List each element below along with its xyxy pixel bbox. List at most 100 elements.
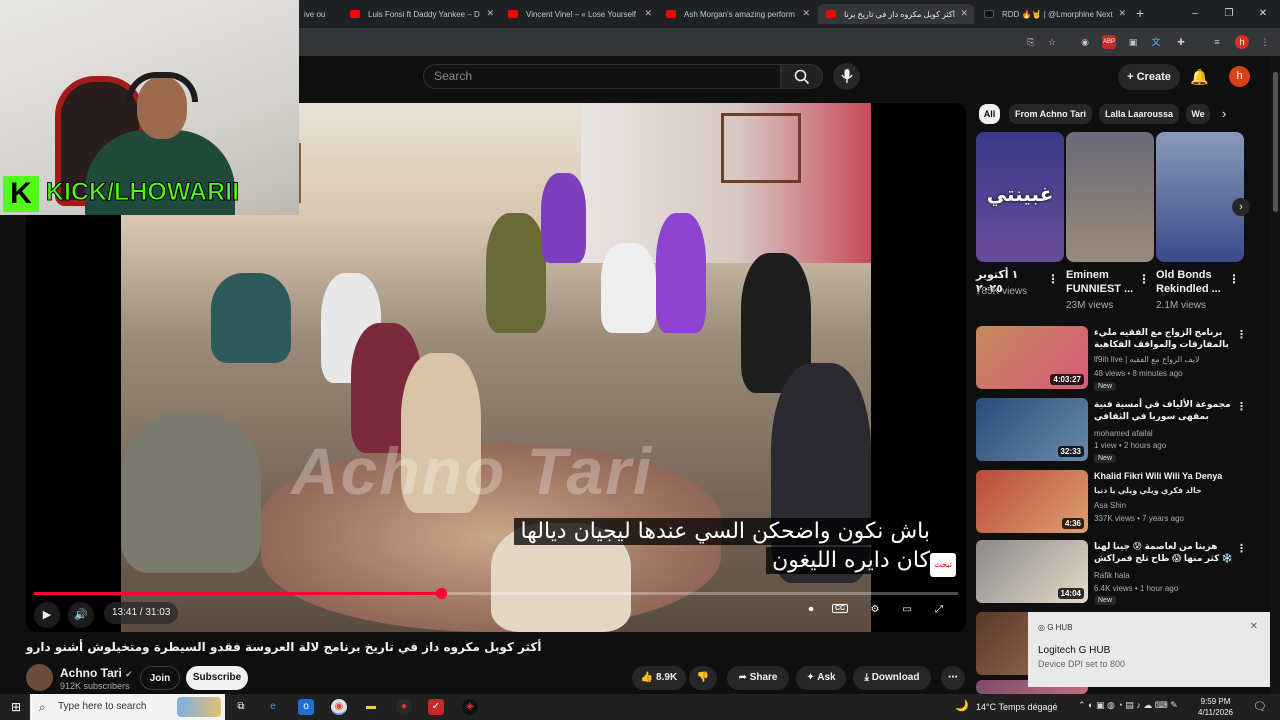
create-button[interactable]: + Create [1118, 64, 1180, 90]
ask-button[interactable]: ✦ Ask [796, 666, 846, 690]
search-input[interactable]: Search [423, 64, 781, 89]
rec-channel[interactable]: lf9ih live | لايف الزواج مع الفقيه [1094, 355, 1200, 364]
app-icon[interactable]: ✓ [428, 699, 444, 715]
new-tab-button[interactable]: + [1136, 5, 1144, 21]
notifications-bell-icon[interactable]: 🔔 [1190, 68, 1209, 86]
minimize-button[interactable]: – [1178, 0, 1212, 28]
volume-button[interactable]: 🔊 [68, 602, 94, 628]
recommendation-item[interactable]: 4:36 Khalid Fikri Wili Wili Ya Denya خال… [976, 470, 1266, 534]
subscribe-button[interactable]: Subscribe [186, 666, 248, 690]
page-scrollbar[interactable] [1271, 56, 1280, 694]
short-more-icon[interactable]: ⋮ [1047, 272, 1059, 286]
chip-all[interactable]: All [979, 104, 1000, 124]
search-button[interactable] [781, 64, 823, 89]
close-icon[interactable]: ✕ [486, 8, 494, 19]
rec-title[interactable]: هربنا من لعاصمة 😰 جينا لهنا كثر منها 😱 ط… [1094, 540, 1234, 564]
chip-more[interactable]: We [1186, 104, 1210, 124]
captions-button[interactable]: CC [832, 604, 848, 613]
system-clock[interactable]: 9:59 PM 4/11/2026 [1198, 696, 1233, 718]
scrollbar-thumb[interactable] [1273, 72, 1278, 212]
profile-avatar[interactable]: h [1235, 35, 1249, 49]
join-button[interactable]: Join [140, 666, 180, 690]
chip-from-channel[interactable]: From Achno Tari [1009, 104, 1092, 124]
download-button[interactable]: ⤓ Download [853, 666, 931, 690]
chevron-right-icon[interactable]: › [1222, 106, 1226, 121]
browser-tab[interactable]: Ash Morgan's amazing perform ✕ [658, 4, 816, 24]
channel-name[interactable]: Achno Tari ✔ [60, 666, 133, 680]
app-icon[interactable]: ◈ [462, 699, 478, 715]
voice-search-button[interactable] [833, 63, 860, 90]
rec-channel[interactable]: Rafik hala [1094, 571, 1130, 580]
outlook-icon[interactable]: o [298, 699, 314, 715]
close-icon[interactable]: ✕ [1118, 8, 1126, 19]
file-explorer-icon[interactable]: ▬ [363, 699, 379, 715]
video-thumbnail[interactable]: 4:03:27 [976, 326, 1088, 389]
shorts-next-chevron-icon[interactable]: › [1232, 198, 1250, 216]
app-icon[interactable]: ● [396, 699, 412, 715]
rec-more-icon[interactable]: ⋮ [1236, 328, 1247, 341]
notification-close-button[interactable]: ✕ [1250, 621, 1258, 632]
short-more-icon[interactable]: ⋮ [1138, 272, 1150, 286]
rec-more-icon[interactable]: ⋮ [1236, 542, 1247, 555]
short-more-icon[interactable]: ⋮ [1228, 272, 1240, 286]
adblock-icon[interactable]: ABP [1102, 35, 1116, 49]
rec-more-icon[interactable]: ⋮ [1236, 400, 1247, 413]
taskbar-search-input[interactable]: ⌕ Type here to search [30, 694, 225, 720]
play-button[interactable]: ▶ [34, 602, 60, 628]
settings-gear-icon[interactable]: ⚙ [864, 604, 886, 615]
rec-title[interactable]: Khalid Fikri Wili Wili Ya Denya [1094, 470, 1234, 482]
restore-button[interactable]: ❐ [1212, 0, 1246, 28]
short-thumbnail[interactable] [1066, 132, 1154, 262]
system-notification[interactable]: ◎ G HUB ✕ Logitech G HUB Device DPI set … [1028, 612, 1270, 687]
bookmark-star-icon[interactable]: ☆ [1045, 35, 1059, 49]
account-avatar[interactable]: h [1229, 66, 1250, 87]
progress-bar[interactable] [34, 588, 958, 599]
fullscreen-icon[interactable]: ⤢ [928, 604, 950, 615]
menu-dots-icon[interactable]: ⋮ [1258, 35, 1272, 49]
like-button[interactable]: 👍 8.9K [632, 666, 686, 690]
short-title[interactable]: Old Bonds Rekindled ... [1156, 268, 1226, 296]
recommendation-item[interactable]: 14:04 هربنا من لعاصمة 😰 جينا لهنا كثر من… [976, 540, 1266, 605]
install-app-icon[interactable]: ⎘ [1024, 35, 1038, 49]
notification-center-icon[interactable]: 🗨 [1253, 700, 1267, 713]
task-view-icon[interactable]: ⧉ [233, 699, 249, 715]
extension-icon[interactable]: ◉ [1078, 35, 1092, 49]
chrome-icon[interactable]: ◉ [331, 699, 347, 715]
more-actions-button[interactable]: ⋯ [941, 666, 965, 690]
theater-mode-icon[interactable]: ▭ [896, 604, 918, 615]
rec-channel[interactable]: Asa Shin [1094, 501, 1126, 510]
browser-tab-active[interactable]: أكثر كوبل مكروه داز في تاريخ برنا ✕ [818, 4, 974, 24]
autoplay-toggle[interactable]: ⏺ [800, 604, 822, 615]
browser-tab[interactable]: RDD 🔥🤘 | @Lmorphine Next ✕ [976, 4, 1132, 24]
short-title[interactable]: Eminem FUNNIEST ... [1066, 268, 1136, 296]
video-thumbnail[interactable]: 32:33 [976, 398, 1088, 461]
channel-avatar[interactable] [26, 664, 53, 691]
close-icon[interactable]: ✕ [802, 8, 810, 19]
browser-tab[interactable]: Luis Fonsi ft Daddy Yankee – D ✕ [342, 4, 500, 24]
chip-lalla-laaroussa[interactable]: Lalla Laaroussa [1099, 104, 1179, 124]
short-thumbnail[interactable] [1156, 132, 1244, 262]
video-thumbnail[interactable]: 14:04 [976, 540, 1088, 603]
short-thumbnail[interactable]: غبينتي [976, 132, 1064, 262]
video-thumbnail[interactable]: 4:36 [976, 470, 1088, 533]
extension-icon[interactable]: ▣ [1126, 35, 1140, 49]
close-icon[interactable]: ✕ [644, 8, 652, 19]
rec-title[interactable]: مجموعة الألياف في أمسية فنية بمقهى سوريا… [1094, 398, 1234, 422]
browser-tab[interactable]: Vincent Vinel – « Lose Yourself ✕ [500, 4, 658, 24]
weather-text[interactable]: 14°C Temps dégagé [976, 694, 1058, 720]
dislike-button[interactable]: 👎 [689, 666, 717, 690]
recommendation-item[interactable]: 4:03:27 برنامج الزواج مع الفقيه مليء بال… [976, 326, 1266, 391]
share-button[interactable]: ➦ Share [727, 666, 789, 690]
edge-browser-icon[interactable]: e [265, 699, 281, 715]
recommendation-item[interactable]: 32:33 مجموعة الألياف في أمسية فنية بمقهى… [976, 398, 1266, 463]
browser-tab[interactable]: ive ou [296, 4, 342, 24]
tray-icons[interactable]: ⌃ ◐ ▣ ◍ ◔ ▤ ♪ ☁ ⌨ ✎ [1078, 700, 1178, 711]
close-window-button[interactable]: ✕ [1246, 0, 1280, 28]
windows-start-icon[interactable]: ⊞ [8, 699, 24, 715]
rec-title[interactable]: برنامج الزواج مع الفقيه مليء بالمفارقات … [1094, 326, 1234, 350]
translate-icon[interactable]: 文 [1149, 35, 1163, 49]
rec-channel[interactable]: mohamed afailal [1094, 429, 1153, 438]
close-icon[interactable]: ✕ [960, 8, 968, 19]
reading-list-icon[interactable]: ≡ [1210, 35, 1224, 49]
extensions-puzzle-icon[interactable]: ✚ [1174, 35, 1188, 49]
